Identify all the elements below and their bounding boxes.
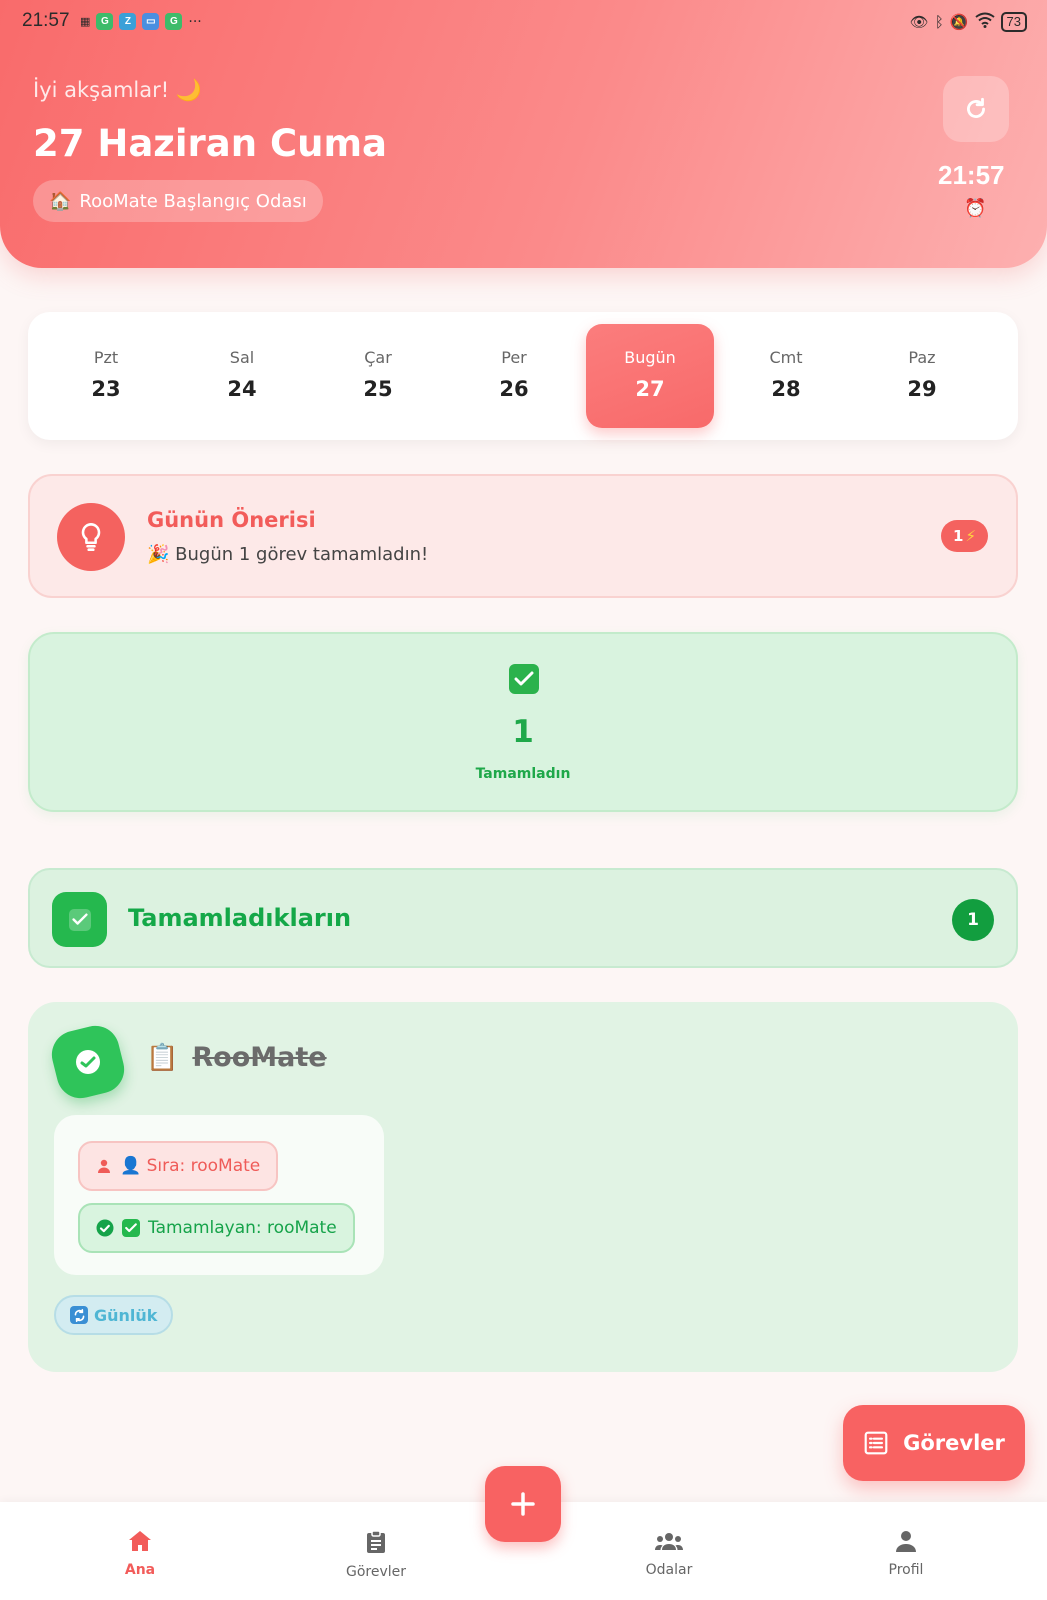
completed-by-pill: Tamamlayan: rooMate bbox=[78, 1203, 355, 1253]
app-message-icon: ▭ bbox=[142, 13, 160, 30]
group-icon bbox=[655, 1533, 683, 1550]
house-icon: 🏠 bbox=[49, 190, 72, 212]
lightning-icon: ⚡ bbox=[965, 527, 976, 545]
status-system-icons: 👁 ᛒ 🔕 73 bbox=[910, 12, 1027, 32]
nav-rooms[interactable]: Odalar bbox=[609, 1530, 729, 1578]
completed-section-header[interactable]: Tamamladıkların 1 bbox=[28, 868, 1018, 968]
day-number: 26 bbox=[499, 377, 529, 401]
day-number: 25 bbox=[363, 377, 393, 401]
app-g2-icon: G bbox=[165, 13, 183, 30]
nav-label: Ana bbox=[124, 1562, 156, 1578]
day-monday[interactable]: Pzt 23 bbox=[42, 324, 170, 428]
frequency-label: Günlük bbox=[94, 1305, 158, 1325]
task-info-box: 👤 Sıra: rooMate Tamamlayan: rooMate bbox=[54, 1115, 384, 1275]
tasks-fab-label: Görevler bbox=[903, 1431, 1005, 1455]
bluetooth-icon: ᛒ bbox=[934, 13, 944, 31]
header-clock: 21:57 bbox=[938, 160, 1005, 190]
more-icon: ··· bbox=[188, 13, 202, 30]
app-g-icon: G bbox=[96, 13, 114, 30]
clipboard-icon bbox=[367, 1530, 385, 1553]
status-bar: 21:57 ▦ G Z ▭ G ··· 👁 ᛒ 🔕 73 bbox=[22, 10, 1027, 36]
task-card[interactable]: 📋 RooMate 👤 Sıra: rooMate Tamamlayan: ro… bbox=[28, 1002, 1018, 1372]
section-title: Tamamladıkların bbox=[128, 904, 352, 932]
clipboard-icon: 📋 bbox=[146, 1042, 179, 1073]
task-title: RooMate bbox=[192, 1042, 327, 1073]
clock-check-icon bbox=[46, 1020, 130, 1104]
refresh-button[interactable] bbox=[943, 76, 1009, 142]
week-calendar: Pzt 23 Sal 24 Çar 25 Per 26 Bugün 27 Cmt… bbox=[28, 312, 1018, 440]
alarm-clock-icon: ⏰ bbox=[964, 198, 987, 219]
day-name: Per bbox=[501, 348, 527, 367]
nav-label: Profil bbox=[888, 1562, 924, 1578]
frequency-badge: Günlük bbox=[54, 1295, 174, 1335]
day-number: 29 bbox=[907, 377, 937, 401]
page-title: 27 Haziran Cuma bbox=[33, 122, 387, 165]
check-icon bbox=[52, 892, 107, 947]
day-name: Bugün bbox=[624, 348, 676, 367]
home-icon bbox=[129, 1531, 151, 1551]
wifi-icon bbox=[974, 12, 995, 32]
streak-badge: 1 ⚡ bbox=[941, 520, 988, 552]
nav-label: Odalar bbox=[645, 1562, 693, 1578]
day-number: 28 bbox=[771, 377, 801, 401]
tip-title: Günün Önerisi bbox=[147, 508, 316, 532]
completed-label: Tamamladın bbox=[475, 766, 571, 782]
check-box-icon bbox=[122, 1219, 140, 1237]
eye-icon: 👁 bbox=[909, 13, 929, 31]
repeat-icon bbox=[70, 1306, 88, 1324]
plus-icon bbox=[511, 1492, 535, 1516]
nav-profile[interactable]: Profil bbox=[846, 1530, 966, 1578]
person-icon bbox=[98, 1159, 110, 1173]
turn-pill: 👤 Sıra: rooMate bbox=[78, 1141, 279, 1191]
battery-indicator: 73 bbox=[1000, 12, 1027, 32]
tip-text: 🎉 Bugün 1 görev tamamladın! bbox=[147, 544, 429, 565]
day-name: Sal bbox=[229, 348, 255, 367]
room-name: RooMate Başlangıç Odası bbox=[79, 190, 307, 212]
day-wednesday[interactable]: Çar 25 bbox=[314, 324, 442, 428]
day-name: Çar bbox=[364, 348, 392, 367]
status-time: 21:57 bbox=[22, 10, 70, 31]
completed-count-badge: 1 bbox=[952, 899, 994, 941]
day-today[interactable]: Bugün 27 bbox=[586, 324, 714, 428]
daily-tip-card[interactable]: Günün Önerisi 🎉 Bugün 1 görev tamamladın… bbox=[28, 474, 1018, 598]
day-name: Paz bbox=[908, 348, 936, 367]
refresh-icon bbox=[967, 97, 985, 118]
check-icon bbox=[509, 664, 539, 694]
mute-icon: 🔕 bbox=[949, 13, 969, 31]
person-icon bbox=[896, 1531, 916, 1552]
day-number: 24 bbox=[227, 377, 257, 401]
header: 21:57 ▦ G Z ▭ G ··· 👁 ᛒ 🔕 73 İyi akşamla… bbox=[0, 0, 1047, 268]
completed-by-label: Tamamlayan: rooMate bbox=[148, 1218, 337, 1238]
turn-label: 👤 Sıra: rooMate bbox=[120, 1156, 261, 1176]
completed-stat-card: 1 Tamamladın bbox=[28, 632, 1018, 812]
tasks-fab-button[interactable]: Görevler bbox=[843, 1405, 1025, 1481]
day-thursday[interactable]: Per 26 bbox=[450, 324, 578, 428]
day-name: Cmt bbox=[769, 348, 803, 367]
task-title-row: 📋 RooMate bbox=[146, 1042, 327, 1073]
day-name: Pzt bbox=[93, 348, 119, 367]
day-number: 27 bbox=[635, 377, 665, 401]
nfc-icon: ▦ bbox=[80, 15, 91, 28]
streak-count: 1 bbox=[953, 527, 964, 545]
day-sunday[interactable]: Paz 29 bbox=[858, 324, 986, 428]
greeting-text: İyi akşamlar! 🌙 bbox=[33, 78, 203, 102]
app-z-icon: Z bbox=[119, 13, 137, 30]
nav-tasks[interactable]: Görevler bbox=[316, 1530, 436, 1580]
nav-home[interactable]: Ana bbox=[80, 1530, 200, 1578]
status-notification-icons: ▦ G Z ▭ G ··· bbox=[80, 13, 202, 30]
nav-label: Görevler bbox=[345, 1564, 407, 1580]
day-tuesday[interactable]: Sal 24 bbox=[178, 324, 306, 428]
lightbulb-icon bbox=[57, 503, 125, 571]
day-number: 23 bbox=[91, 377, 121, 401]
room-selector[interactable]: 🏠 RooMate Başlangıç Odası bbox=[33, 180, 323, 222]
check-circle-icon bbox=[96, 1219, 114, 1237]
add-task-button[interactable] bbox=[485, 1466, 561, 1542]
list-icon bbox=[864, 1431, 888, 1455]
day-saturday[interactable]: Cmt 28 bbox=[722, 324, 850, 428]
completed-count: 1 bbox=[512, 714, 534, 750]
